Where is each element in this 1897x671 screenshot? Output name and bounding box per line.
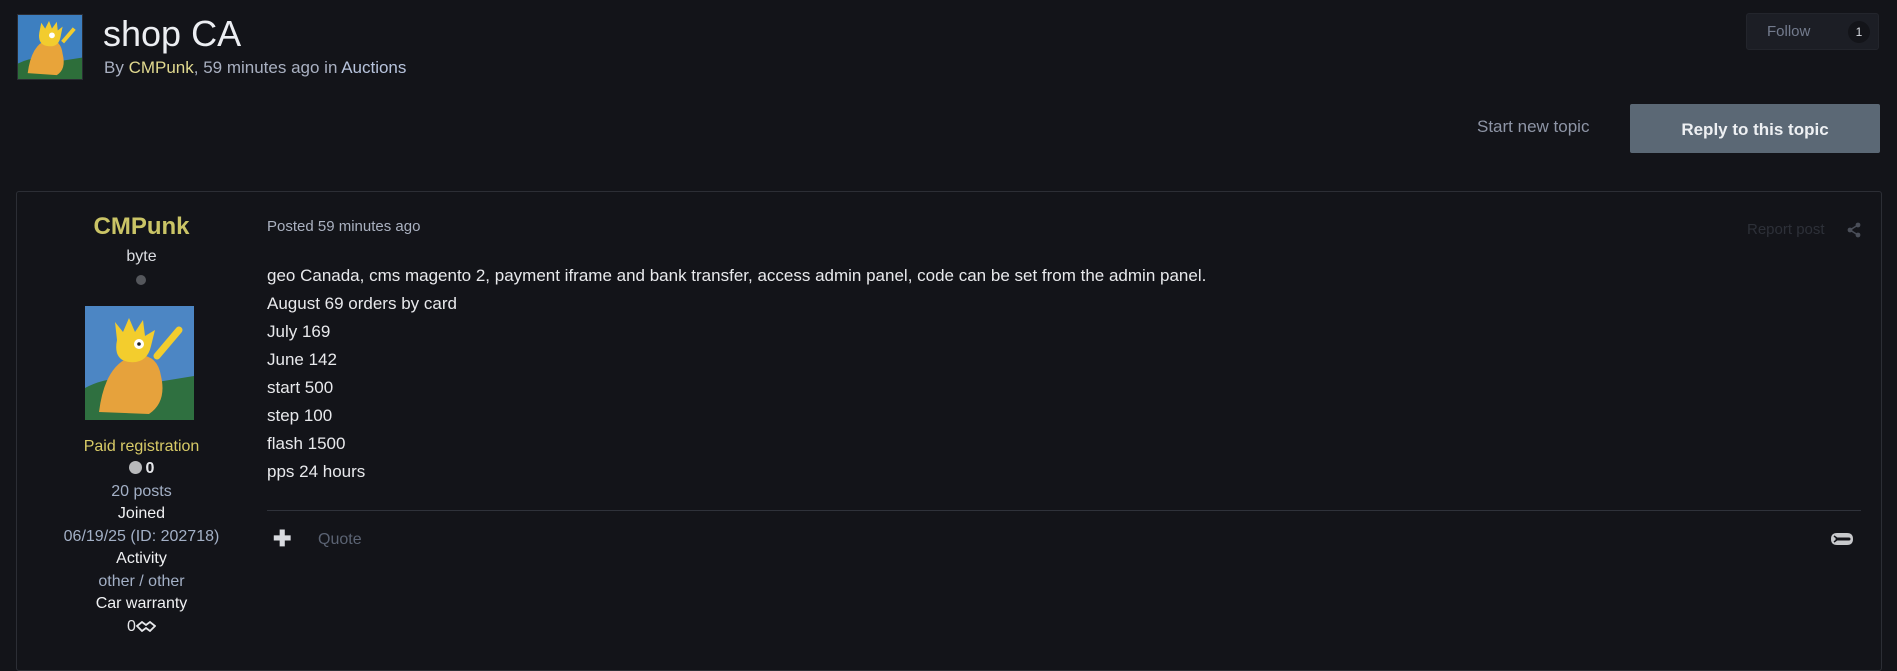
author-post-count[interactable]: 20 posts bbox=[0, 483, 283, 501]
activity-label: Activity bbox=[116, 550, 167, 567]
forum-link[interactable]: Auctions bbox=[341, 58, 406, 77]
post-line: June 142 bbox=[267, 350, 337, 369]
author-group: Paid registration bbox=[83, 438, 200, 455]
topic-author-link[interactable]: CMPunk bbox=[129, 58, 194, 77]
post-line: geo Canada, cms magento 2, payment ifram… bbox=[267, 266, 1207, 285]
follow-label: Follow bbox=[1767, 23, 1811, 40]
post-line: August 69 orders by card bbox=[267, 294, 457, 313]
warranty-label: Car warranty bbox=[95, 595, 188, 612]
activity-value: other / other bbox=[98, 573, 185, 590]
handshake-small-icon bbox=[135, 620, 157, 633]
warranty-count: 0 bbox=[127, 618, 136, 635]
meta-time-text: , 59 minutes ago in bbox=[193, 58, 342, 77]
post-divider bbox=[267, 510, 1861, 511]
follow-button[interactable]: Follow 1 bbox=[1746, 13, 1879, 50]
post-line: step 100 bbox=[267, 406, 333, 425]
post-line: pps 24 hours bbox=[267, 462, 366, 481]
start-new-topic-link[interactable]: Start new topic bbox=[1477, 117, 1589, 137]
report-post-link[interactable]: Report post bbox=[1747, 221, 1825, 238]
share-icon[interactable] bbox=[1846, 222, 1862, 238]
topic-meta: By CMPunk, 59 minutes ago in Auctions bbox=[104, 58, 406, 78]
quote-button[interactable]: Quote bbox=[318, 531, 362, 549]
post-line: start 500 bbox=[267, 378, 334, 397]
reputation-badge: 0 bbox=[0, 460, 283, 478]
joined-value: 06/19/25 (ID: 202718) bbox=[63, 528, 220, 545]
topic-title: shop CA bbox=[103, 13, 242, 54]
online-status-icon bbox=[136, 275, 146, 285]
post-author-avatar[interactable] bbox=[85, 306, 194, 420]
author-rank: byte bbox=[126, 248, 157, 265]
meta-by-text: By bbox=[104, 58, 129, 77]
multiquote-plus-button[interactable]: ✚ bbox=[273, 528, 291, 550]
warranty-value: 0 bbox=[0, 618, 283, 636]
topic-author-avatar[interactable] bbox=[17, 14, 83, 80]
post-body: geo Canada, cms magento 2, payment ifram… bbox=[267, 262, 1206, 486]
reputation-icon bbox=[128, 461, 142, 474]
follower-count-badge: 1 bbox=[1848, 21, 1870, 43]
post-date: Posted 59 minutes ago bbox=[267, 218, 421, 235]
post-line: July 169 bbox=[267, 322, 331, 341]
post-line: flash 1500 bbox=[267, 434, 346, 453]
reply-to-topic-button[interactable]: Reply to this topic bbox=[1630, 104, 1880, 153]
joined-label: Joined bbox=[117, 505, 166, 522]
reputation-value: 0 bbox=[145, 460, 155, 477]
post-author-name[interactable]: CMPunk bbox=[0, 213, 283, 241]
handshake-icon[interactable] bbox=[1829, 530, 1855, 548]
